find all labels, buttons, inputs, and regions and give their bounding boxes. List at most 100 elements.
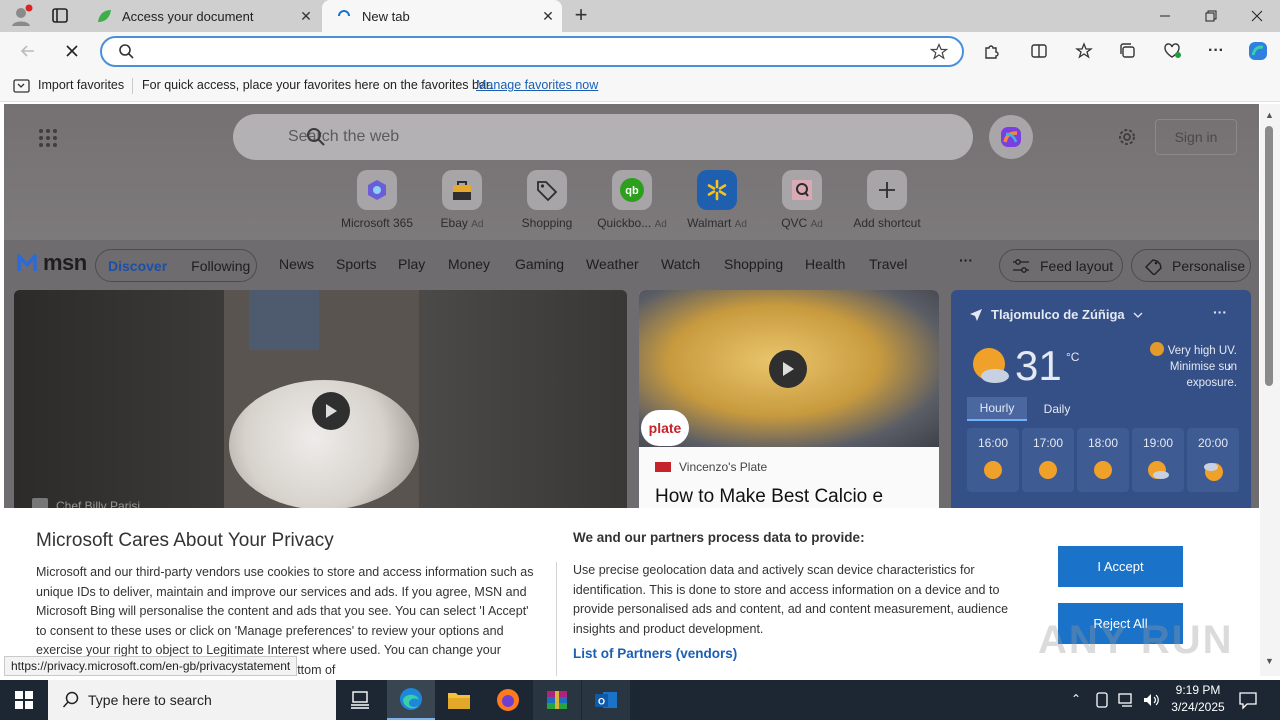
shortcut-ebay[interactable]: Ebay Ad bbox=[418, 170, 506, 230]
walmart-spark-icon bbox=[707, 179, 727, 201]
sign-in-button[interactable]: Sign in bbox=[1155, 119, 1237, 155]
shortcut-quickbooks[interactable]: qb Quickbo... Ad bbox=[588, 170, 676, 230]
side-article-card[interactable]: plate Vincenzo's Plate How to Make Best … bbox=[639, 290, 939, 530]
apps-launcher-icon[interactable] bbox=[38, 128, 58, 148]
show-hidden-icons-icon[interactable]: ⌃ bbox=[1071, 692, 1081, 706]
taskbar-file-explorer[interactable] bbox=[435, 680, 483, 720]
notifications-icon[interactable] bbox=[1238, 690, 1258, 710]
address-bar[interactable] bbox=[100, 36, 964, 67]
tab-discover[interactable]: Discover bbox=[108, 258, 167, 274]
collections-icon[interactable] bbox=[1112, 35, 1144, 67]
shortcut-shopping[interactable]: Shopping bbox=[503, 170, 591, 230]
taskbar-search-box[interactable]: Type here to search bbox=[48, 680, 336, 720]
svg-text:qb: qb bbox=[625, 185, 639, 197]
feed-layout-button[interactable]: Feed layout bbox=[999, 249, 1123, 282]
ad-tag: Ad bbox=[734, 219, 747, 230]
settings-more-icon[interactable]: ··· bbox=[1200, 35, 1232, 67]
accept-button[interactable]: I Accept bbox=[1058, 546, 1183, 587]
nav-travel[interactable]: Travel bbox=[869, 256, 907, 272]
search-icon bbox=[118, 43, 134, 59]
feed-toggle: Discover Following bbox=[95, 249, 257, 282]
shortcut-walmart[interactable]: Walmart Ad bbox=[673, 170, 761, 230]
partners-heading: We and our partners process data to prov… bbox=[573, 530, 865, 545]
taskbar-outlook[interactable]: O bbox=[582, 680, 630, 720]
weather-card[interactable]: Tlajomulco de Zúñiga ··· 31 °C Very high… bbox=[951, 290, 1251, 530]
chevron-right-icon[interactable]: › bbox=[1227, 358, 1232, 374]
list-of-partners-link[interactable]: List of Partners (vendors) bbox=[573, 646, 737, 661]
nav-play[interactable]: Play bbox=[398, 256, 425, 272]
web-search-box[interactable]: Search the web bbox=[233, 114, 973, 160]
hour-slot: 18:00 bbox=[1077, 428, 1129, 492]
new-tab-plus-icon[interactable]: + bbox=[570, 4, 592, 27]
shortcut-label: Add shortcut bbox=[853, 216, 921, 230]
shortcut-label: Shopping bbox=[521, 216, 573, 230]
scrollbar-thumb[interactable] bbox=[1265, 126, 1273, 386]
tab-daily[interactable]: Daily bbox=[1029, 397, 1085, 421]
manage-favorites-link[interactable]: Manage favorites now bbox=[476, 78, 598, 92]
scroll-down-icon[interactable]: ▼ bbox=[1265, 656, 1274, 666]
hour-label: 19:00 bbox=[1142, 436, 1174, 450]
nav-shopping[interactable]: Shopping bbox=[724, 256, 783, 272]
tab-close-icon[interactable]: ✕ bbox=[540, 8, 556, 24]
page-settings-gear-icon[interactable] bbox=[1116, 126, 1138, 148]
sunny-icon bbox=[1039, 461, 1057, 479]
tab-following[interactable]: Following bbox=[191, 258, 250, 274]
weather-location[interactable]: Tlajomulco de Zúñiga bbox=[969, 307, 1143, 322]
tab-new-tab[interactable]: New tab ✕ bbox=[322, 0, 562, 32]
network-icon[interactable] bbox=[1118, 692, 1136, 708]
system-clock[interactable]: 9:19 PM 3/24/2025 bbox=[1160, 682, 1236, 716]
play-icon[interactable] bbox=[769, 350, 807, 388]
split-screen-icon[interactable] bbox=[1023, 35, 1055, 67]
taskbar-search-placeholder: Type here to search bbox=[88, 692, 212, 708]
tab-close-icon[interactable]: ✕ bbox=[298, 8, 314, 24]
publisher-logo: plate bbox=[641, 410, 689, 446]
vertical-scrollbar[interactable]: ▲ ▼ bbox=[1260, 104, 1280, 676]
shortcut-microsoft-365[interactable]: Microsoft 365 bbox=[333, 170, 421, 230]
import-favorites-button[interactable]: Import favorites bbox=[38, 78, 124, 92]
nav-money[interactable]: Money bbox=[448, 256, 490, 272]
close-window-button[interactable] bbox=[1234, 0, 1280, 32]
device-icon[interactable] bbox=[1095, 692, 1109, 708]
nav-more-icon[interactable]: ··· bbox=[959, 252, 973, 268]
profile-avatar[interactable] bbox=[8, 4, 34, 28]
tab-title: New tab bbox=[362, 8, 410, 24]
restore-button[interactable] bbox=[1188, 0, 1234, 32]
weather-more-icon[interactable]: ··· bbox=[1213, 304, 1227, 320]
shortcut-qvc[interactable]: QVC Ad bbox=[758, 170, 846, 230]
add-favorite-star-icon[interactable] bbox=[930, 43, 948, 61]
minimize-button[interactable] bbox=[1142, 0, 1188, 32]
personalise-button[interactable]: Personalise bbox=[1131, 249, 1251, 282]
copilot-icon[interactable] bbox=[1242, 35, 1274, 67]
add-shortcut-button[interactable]: Add shortcut bbox=[843, 170, 931, 230]
task-view-icon[interactable] bbox=[336, 680, 384, 720]
taskbar-firefox[interactable] bbox=[484, 680, 532, 720]
tab-hourly[interactable]: Hourly bbox=[967, 397, 1027, 421]
nav-sports[interactable]: Sports bbox=[336, 256, 376, 272]
volume-icon[interactable] bbox=[1142, 692, 1160, 708]
nav-gaming[interactable]: Gaming bbox=[515, 256, 564, 272]
plus-icon bbox=[879, 182, 895, 198]
favorites-icon[interactable] bbox=[1068, 35, 1100, 67]
scroll-up-icon[interactable]: ▲ bbox=[1265, 110, 1274, 120]
msn-logo[interactable]: msn bbox=[16, 250, 87, 276]
taskbar-winrar[interactable] bbox=[533, 680, 581, 720]
browser-essentials-icon[interactable] bbox=[1156, 35, 1188, 67]
nav-news[interactable]: News bbox=[279, 256, 314, 272]
nav-health[interactable]: Health bbox=[805, 256, 845, 272]
partly-cloudy-icon bbox=[1148, 461, 1169, 479]
stop-loading-icon[interactable] bbox=[56, 35, 88, 67]
back-icon[interactable] bbox=[12, 35, 44, 67]
main-video-card[interactable]: Chef Billy Parisi bbox=[14, 290, 627, 530]
uv-alert[interactable]: Very high UV. Minimise sun exposure. bbox=[1127, 342, 1237, 391]
tab-actions-icon[interactable] bbox=[48, 6, 72, 26]
copilot-button[interactable] bbox=[989, 115, 1033, 159]
nav-watch[interactable]: Watch bbox=[661, 256, 700, 272]
tab-access-document[interactable]: Access your document ✕ bbox=[84, 0, 320, 32]
start-button[interactable] bbox=[0, 680, 48, 720]
play-icon[interactable] bbox=[312, 392, 350, 430]
hour-slot: 19:00 bbox=[1132, 428, 1184, 492]
taskbar-edge[interactable] bbox=[387, 680, 435, 720]
nav-weather[interactable]: Weather bbox=[586, 256, 639, 272]
article-title[interactable]: How to Make Best Calcio e bbox=[655, 486, 883, 508]
extensions-icon[interactable] bbox=[975, 35, 1007, 67]
